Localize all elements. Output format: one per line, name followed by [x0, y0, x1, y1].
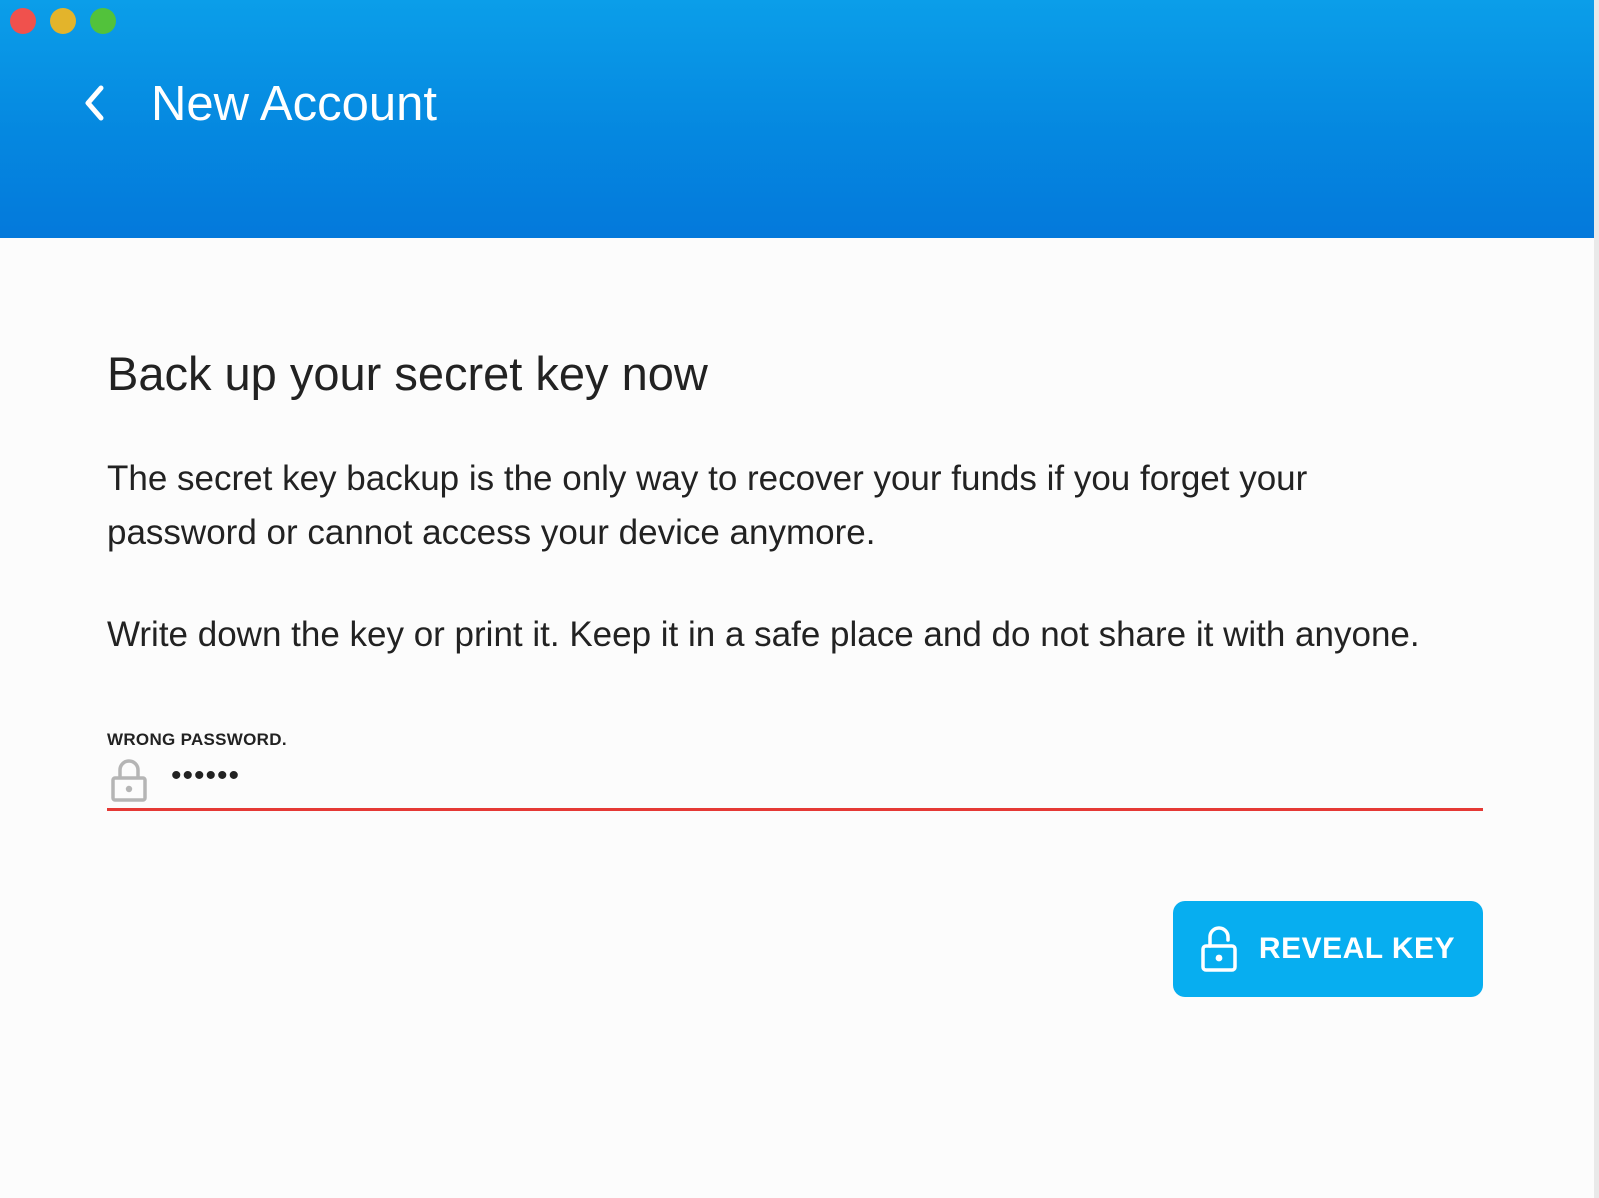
reveal-key-button[interactable]: REVEAL KEY	[1173, 901, 1483, 997]
window-zoom-button[interactable]	[90, 8, 116, 34]
chevron-left-icon	[85, 85, 104, 121]
reveal-key-label: REVEAL KEY	[1258, 932, 1456, 965]
app-window: New Account Back up your secret key now …	[0, 0, 1599, 1198]
page-title: New Account	[151, 77, 437, 131]
password-value: ••••••	[171, 759, 241, 792]
window-minimize-button[interactable]	[50, 8, 76, 34]
app-header: New Account	[0, 0, 1594, 238]
back-button[interactable]	[72, 80, 118, 126]
backup-description-line-2: password or cannot access your device an…	[107, 513, 876, 552]
password-input[interactable]: ••••••	[107, 756, 1483, 811]
backup-description-line-1: The secret key backup is the only way to…	[107, 459, 1308, 498]
backup-heading: Back up your secret key now	[107, 347, 708, 400]
backup-instructions: Write down the key or print it. Keep it …	[107, 615, 1420, 654]
lock-icon	[111, 759, 147, 802]
window-close-button[interactable]	[10, 8, 36, 34]
password-error-label: WRONG PASSWORD.	[107, 730, 287, 749]
unlock-icon	[1201, 926, 1237, 972]
